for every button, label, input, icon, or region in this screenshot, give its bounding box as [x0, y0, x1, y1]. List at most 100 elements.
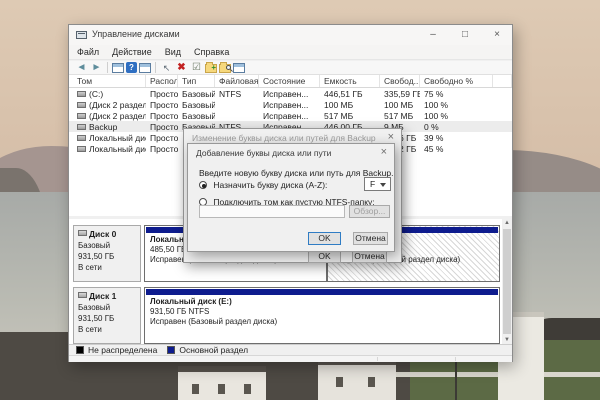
partition-e-drive[interactable]: Локальный диск (E:) 931,50 ГБ NTFS Испра… [144, 287, 500, 344]
close-button[interactable]: × [482, 25, 512, 45]
disk-type: Базовый [78, 241, 111, 250]
scroll-down-icon[interactable]: ▼ [502, 337, 512, 343]
help-icon[interactable]: ? [126, 62, 137, 73]
cell-free-pct: 75 % [424, 88, 444, 99]
cell-layout: Простой [150, 143, 178, 154]
cell-layout: Простой [150, 99, 178, 110]
delete-volume-icon[interactable]: ✖ [175, 62, 188, 74]
menu-view[interactable]: Вид [165, 47, 181, 57]
partition-size: 931,50 ГБ NTFS [150, 307, 210, 316]
col-type[interactable]: Тип [178, 75, 215, 87]
pointer-icon[interactable]: ↖ [160, 62, 173, 74]
disk-status: В сети [78, 325, 102, 334]
cell-layout: Простой [150, 132, 178, 143]
action-pane-icon[interactable] [139, 63, 151, 73]
scrollbar-thumb[interactable] [503, 229, 511, 334]
disk-type: Базовый [78, 303, 111, 312]
cell-type: Базовый [182, 110, 215, 121]
legend-bar: Не распределена Основной раздел [69, 344, 512, 355]
cell-capacity: 100 МБ [324, 99, 354, 110]
cell-type: Базовый [182, 99, 215, 110]
close-icon[interactable]: × [388, 132, 394, 143]
cell-layout: Простой [150, 88, 178, 99]
cell-free-pct: 100 % [424, 110, 449, 121]
status-bar [69, 355, 512, 362]
legend-primary-label: Основной раздел [179, 345, 249, 355]
building-window [244, 384, 251, 394]
table-row[interactable]: (Диск 2 раздел 4) Простой Базовый Исправ… [69, 110, 512, 121]
forward-arrow-icon[interactable]: ► [90, 62, 103, 74]
col-capacity[interactable]: Емкость [320, 75, 380, 87]
lighthouse-building [318, 358, 396, 400]
building-window [368, 377, 375, 387]
col-layout[interactable]: Располо... [146, 75, 178, 87]
dialog-title: Добавление буквы диска или пути [196, 148, 332, 158]
disk-0-label[interactable]: Диск 0 Базовый 931,50 ГБ В сети [73, 225, 141, 282]
cell-layout: Простой [150, 121, 178, 132]
volume-name: Локальный диск (... [89, 143, 146, 154]
cell-capacity: 446,51 ГБ [324, 88, 363, 99]
app-icon [76, 31, 87, 39]
cell-free-pct: 39 % [424, 132, 444, 143]
ok-button[interactable]: OK [308, 232, 341, 245]
title-bar[interactable]: Управление дисками – □ × [69, 25, 512, 45]
radio-selected-icon[interactable] [199, 181, 207, 189]
cell-free-pct: 100 % [424, 99, 449, 110]
menu-file[interactable]: Файл [77, 47, 99, 57]
volume-name: (Диск 2 раздел 4) [89, 110, 146, 121]
close-icon[interactable]: × [381, 147, 387, 158]
menu-action[interactable]: Действие [112, 47, 152, 57]
properties-window-icon[interactable] [233, 63, 245, 73]
col-free[interactable]: Свобод.. [380, 75, 420, 87]
assign-letter-option[interactable]: Назначить букву диска (A-Z): [199, 180, 327, 190]
cancel-button[interactable]: Отмена [353, 232, 388, 245]
mount-path-input[interactable] [199, 205, 345, 218]
status-separator [455, 357, 456, 361]
chevron-down-icon [380, 183, 386, 187]
disk-status: В сети [78, 263, 102, 272]
col-volume[interactable]: Том [73, 75, 146, 87]
volume-name: (C:) [89, 88, 104, 99]
legend-unallocated-label: Не распределена [88, 345, 158, 355]
cell-free: 517 МБ [384, 110, 414, 121]
folder-search-icon[interactable] [219, 62, 231, 73]
browse-button[interactable]: Обзор... [349, 205, 390, 218]
drive-letter-select[interactable]: F [364, 177, 391, 191]
vertical-scrollbar[interactable]: ▲ ▼ [502, 219, 512, 344]
disk-1-label[interactable]: Диск 1 Базовый 931,50 ГБ В сети [73, 287, 141, 344]
volume-icon [77, 102, 86, 109]
disk-size: 931,50 ГБ [78, 252, 115, 261]
cell-free-pct: 0 % [424, 121, 439, 132]
maximize-button[interactable]: □ [450, 25, 480, 45]
legend-unallocated-swatch [76, 346, 84, 354]
volume-icon [77, 113, 86, 120]
console-tree-icon[interactable] [112, 63, 124, 73]
table-row[interactable]: (C:) Простой Базовый NTFS Исправен... 44… [69, 88, 512, 99]
folder-add-icon[interactable]: + [205, 62, 217, 73]
cell-fs: NTFS [219, 88, 242, 99]
stone-wall [392, 372, 600, 377]
cell-status: Исправен... [263, 99, 309, 110]
col-status[interactable]: Состояние [259, 75, 320, 87]
scroll-up-icon[interactable]: ▲ [502, 220, 512, 226]
add-drive-letter-dialog: Добавление буквы диска или пути × Введит… [187, 143, 395, 252]
col-free-pct[interactable]: Свободно % [420, 75, 493, 87]
cell-type: Базовый [182, 88, 215, 99]
toolbar: ◄ ► ? ↖ ✖ ☑ + [69, 61, 512, 75]
cell-free: 335,59 ГБ [384, 88, 420, 99]
lighthouse-building [178, 366, 266, 400]
drive-letter-value: F [370, 179, 376, 189]
cell-status: Исправен... [263, 110, 309, 121]
col-filesystem[interactable]: Файловая с... [215, 75, 259, 87]
toolbar-separator [107, 62, 108, 73]
desktop: Управление дисками – □ × Файл Действие В… [0, 0, 600, 400]
status-separator [377, 357, 378, 361]
menu-help[interactable]: Справка [194, 47, 229, 57]
volume-icon [77, 146, 86, 153]
disk-icon [78, 230, 87, 236]
check-list-icon[interactable]: ☑ [190, 62, 203, 74]
table-row[interactable]: (Диск 2 раздел 1) Простой Базовый Исправ… [69, 99, 512, 110]
partition-color-bar [146, 289, 498, 295]
minimize-button[interactable]: – [418, 25, 448, 45]
back-arrow-icon[interactable]: ◄ [75, 62, 88, 74]
